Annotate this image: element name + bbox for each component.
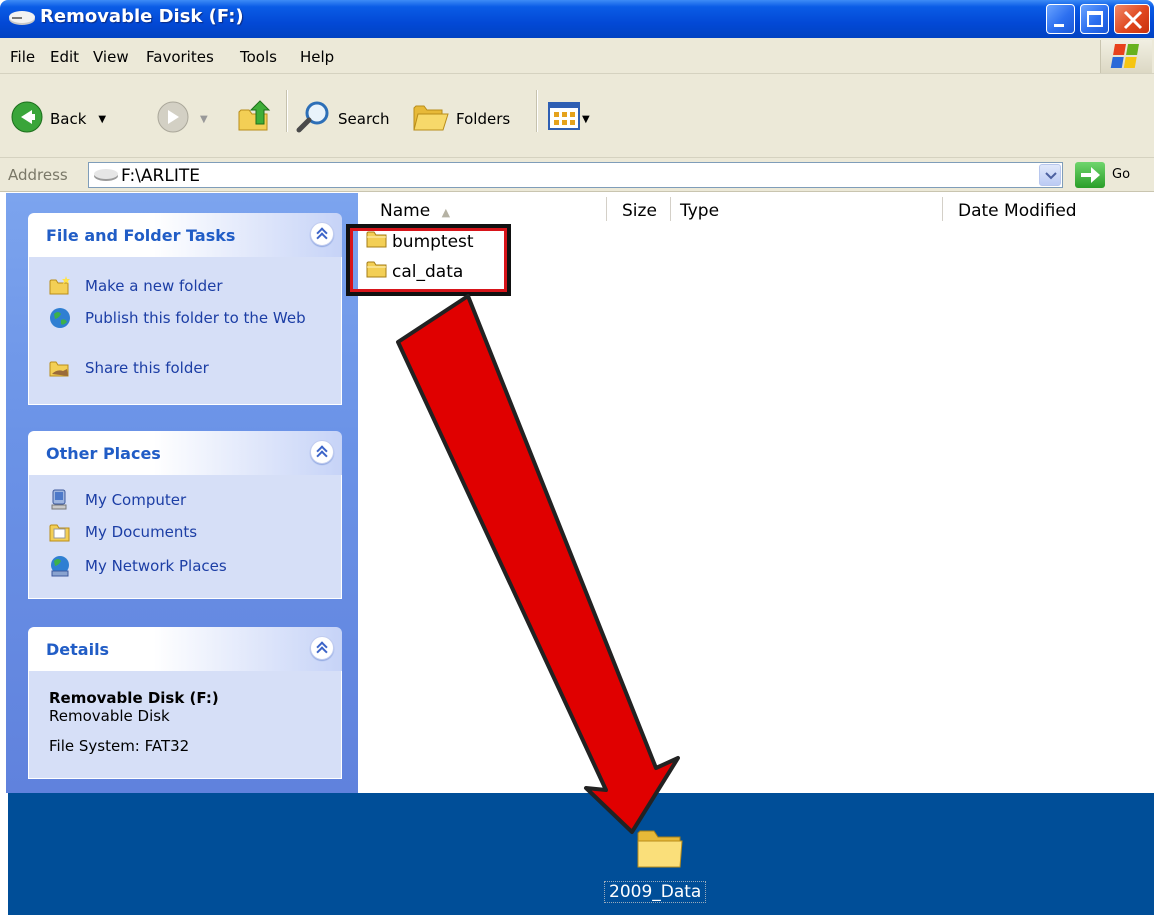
network-places-icon: [49, 555, 71, 577]
file-folder-tasks-panel: File and Folder Tasks Make a new folder …: [28, 213, 342, 405]
collapse-chevron-icon[interactable]: [310, 440, 334, 464]
folders-icon: [412, 100, 450, 138]
back-button[interactable]: Back ▼: [10, 100, 106, 138]
new-folder-icon: [49, 275, 71, 297]
desktop: [8, 793, 1154, 915]
panel-body: Make a new folder Publish this folder to…: [28, 257, 342, 405]
my-computer-link[interactable]: My Computer: [49, 489, 186, 511]
panel-header[interactable]: Details: [28, 627, 342, 671]
windows-logo-icon: [1100, 40, 1152, 73]
panel-header[interactable]: File and Folder Tasks: [28, 213, 342, 257]
panel-header[interactable]: Other Places: [28, 431, 342, 475]
menu-file[interactable]: File: [10, 48, 35, 66]
go-label[interactable]: Go: [1112, 167, 1130, 182]
annotation-highlight-box: [346, 224, 511, 296]
desktop-folder-label[interactable]: 2009_Data: [604, 881, 707, 903]
panel-title: File and Folder Tasks: [46, 226, 236, 245]
search-icon: [296, 100, 332, 138]
address-label: Address: [8, 166, 68, 184]
other-places-panel: Other Places My Computer My Documents My…: [28, 431, 342, 599]
computer-icon: [49, 489, 71, 511]
details-type: Removable Disk: [49, 707, 170, 725]
column-header-date-modified[interactable]: Date Modified: [958, 201, 1077, 221]
close-button[interactable]: [1114, 4, 1150, 34]
explorer-window: Removable Disk (F:) File Edit View Favor…: [0, 0, 1154, 915]
back-arrow-icon: [10, 100, 44, 138]
menu-help[interactable]: Help: [300, 48, 334, 66]
search-label: Search: [338, 110, 390, 128]
panel-body: Removable Disk (F:) Removable Disk File …: [28, 671, 342, 779]
collapse-chevron-icon[interactable]: [310, 222, 334, 246]
share-folder-icon: [49, 357, 71, 379]
forward-arrow-icon: [156, 100, 190, 138]
window-title: Removable Disk (F:): [40, 6, 244, 27]
details-panel: Details Removable Disk (F:) Removable Di…: [28, 627, 342, 779]
column-header-name[interactable]: Name ▲: [380, 201, 450, 221]
back-dropdown-icon[interactable]: ▼: [98, 114, 106, 125]
forward-button[interactable]: ▼: [156, 100, 208, 138]
sort-ascending-icon: ▲: [441, 206, 451, 219]
my-network-places-link[interactable]: My Network Places: [49, 555, 227, 577]
address-dropdown-button[interactable]: [1039, 164, 1061, 186]
make-new-folder-link[interactable]: Make a new folder: [49, 275, 223, 297]
publish-folder-link[interactable]: Publish this folder to the Web: [49, 307, 309, 329]
address-input[interactable]: F:\ARLITE: [88, 162, 1063, 188]
address-bar: Address F:\ARLITE Go: [0, 158, 1154, 192]
toolbar-separator: [286, 90, 288, 132]
title-bar[interactable]: Removable Disk (F:): [0, 0, 1154, 38]
address-value: F:\ARLITE: [121, 166, 200, 186]
views-dropdown-icon[interactable]: ▼: [582, 114, 590, 125]
up-folder-icon: [236, 100, 272, 138]
documents-icon: [49, 521, 71, 543]
globe-icon: [49, 307, 71, 329]
collapse-chevron-icon[interactable]: [310, 636, 334, 660]
go-button[interactable]: [1075, 162, 1105, 188]
column-separator[interactable]: [942, 197, 943, 221]
search-button[interactable]: Search: [296, 100, 390, 138]
back-label: Back: [50, 110, 87, 128]
drive-icon: [93, 167, 119, 187]
panel-title: Other Places: [46, 444, 161, 463]
details-name: Removable Disk (F:): [49, 689, 219, 707]
drive-icon: [8, 9, 36, 31]
toolbar: Back ▼ ▼ Search Folders ▼: [0, 74, 1154, 158]
menu-tools[interactable]: Tools: [240, 48, 277, 66]
menu-bar: File Edit View Favorites Tools Help: [0, 38, 1154, 74]
go-arrow-icon: [1081, 167, 1100, 183]
menu-edit[interactable]: Edit: [50, 48, 79, 66]
views-button[interactable]: ▼: [548, 102, 590, 136]
share-folder-link[interactable]: Share this folder: [49, 357, 209, 379]
views-icon: [548, 102, 582, 136]
toolbar-separator: [536, 90, 538, 132]
desktop-folder-icon[interactable]: [636, 825, 684, 873]
column-header-size[interactable]: Size: [622, 201, 657, 221]
minimize-button[interactable]: [1046, 4, 1075, 34]
folders-label: Folders: [456, 110, 511, 128]
up-folder-button[interactable]: [236, 98, 272, 138]
menu-view[interactable]: View: [93, 48, 129, 66]
details-filesystem: File System: FAT32: [49, 737, 190, 755]
task-pane: File and Folder Tasks Make a new folder …: [6, 193, 358, 793]
menu-favorites[interactable]: Favorites: [146, 48, 214, 66]
folders-button[interactable]: Folders: [412, 100, 510, 138]
column-header-type[interactable]: Type: [680, 201, 719, 221]
column-separator[interactable]: [606, 197, 607, 221]
my-documents-link[interactable]: My Documents: [49, 521, 197, 543]
panel-title: Details: [46, 640, 110, 659]
panel-body: My Computer My Documents My Network Plac…: [28, 475, 342, 599]
maximize-button[interactable]: [1080, 4, 1109, 34]
column-separator[interactable]: [670, 197, 671, 221]
forward-dropdown-icon[interactable]: ▼: [200, 114, 208, 125]
